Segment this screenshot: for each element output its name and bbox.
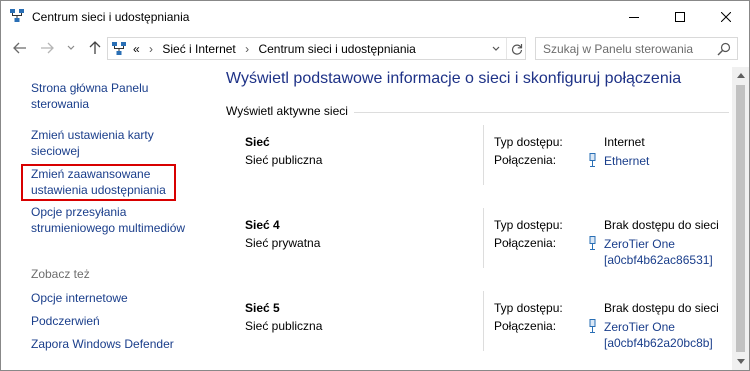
connections-label: Połączenia: — [494, 319, 557, 333]
access-type-label: Typ dostępu: — [494, 301, 563, 315]
network-entry: Sieć 4 Sieć prywatna Typ dostępu: Połącz… — [217, 208, 737, 268]
breadcrumb: « › Sieć i Internet › Centrum sieci i ud… — [133, 42, 416, 56]
connection-name[interactable]: ZeroTier One — [604, 237, 675, 251]
left-pane: Strona główna Panelu sterowania Zmień us… — [1, 67, 217, 371]
section-divider — [354, 112, 729, 113]
section-heading: Wyświetl aktywne sieci — [226, 104, 348, 118]
access-type-value: Brak dostępu do sieci — [604, 218, 719, 232]
chevron-down-icon[interactable] — [489, 42, 503, 56]
highlight-box — [21, 164, 176, 201]
access-type-value: Brak dostępu do sieci — [604, 301, 719, 315]
access-type-label: Typ dostępu: — [494, 135, 563, 149]
network-name: Sieć 4 — [245, 218, 280, 232]
scrollbar-thumb[interactable] — [736, 85, 745, 352]
breadcrumb-network-center[interactable]: Centrum sieci i udostępniania — [258, 42, 415, 56]
window-title: Centrum sieci i udostępniania — [32, 10, 190, 24]
link-internet-options[interactable]: Opcje internetowe — [31, 291, 201, 307]
link-windows-defender-firewall[interactable]: Zapora Windows Defender — [31, 337, 201, 353]
search-box[interactable]: Szukaj w Panelu sterowania — [535, 37, 738, 60]
breadcrumb-separator-icon[interactable]: › — [149, 42, 153, 56]
page-title: Wyświetl podstawowe informacje o sieci i… — [226, 70, 682, 87]
connection-link[interactable]: ZeroTier One [a0cbf4b62ac86531] — [587, 236, 713, 268]
column-divider — [483, 291, 484, 351]
link-control-panel-home[interactable]: Strona główna Panelu sterowania — [31, 81, 201, 112]
title-bar: Centrum sieci i udostępniania — [1, 1, 749, 32]
connection-name[interactable]: Ethernet — [604, 154, 649, 168]
column-divider — [483, 208, 484, 268]
connection-id[interactable]: [a0cbf4b62a20bc8b] — [587, 336, 713, 352]
breadcrumb-overflow[interactable]: « — [133, 42, 140, 56]
link-change-adapter-settings[interactable]: Zmień ustawienia karty sieciowej — [31, 128, 201, 159]
network-entry: Sieć 5 Sieć publiczna Typ dostępu: Połąc… — [217, 291, 737, 351]
breadcrumb-separator-icon[interactable]: › — [245, 42, 249, 56]
minimize-button[interactable] — [611, 1, 657, 32]
back-button[interactable] — [12, 40, 28, 56]
maximize-button[interactable] — [657, 1, 703, 32]
control-panel-icon — [112, 42, 126, 56]
access-type-value: Internet — [604, 135, 645, 149]
link-infrared[interactable]: Podczerwień — [31, 314, 201, 330]
connection-link[interactable]: Ethernet — [587, 153, 649, 170]
connection-link[interactable]: ZeroTier One [a0cbf4b62a20bc8b] — [587, 319, 713, 351]
see-also-heading: Zobacz też — [31, 267, 90, 281]
network-type[interactable]: Sieć publiczna — [245, 153, 322, 167]
breadcrumb-network-internet[interactable]: Sieć i Internet — [162, 42, 235, 56]
ethernet-icon — [587, 153, 598, 167]
connection-id[interactable]: [a0cbf4b62ac86531] — [587, 253, 713, 269]
recent-locations-dropdown[interactable] — [63, 40, 79, 56]
connections-label: Połączenia: — [494, 153, 557, 167]
search-icon[interactable] — [717, 42, 731, 56]
network-type[interactable]: Sieć prywatna — [245, 236, 320, 250]
connection-name[interactable]: ZeroTier One — [604, 320, 675, 334]
network-entry: Sieć Sieć publiczna Typ dostępu: Połącze… — [217, 125, 737, 185]
scroll-up-icon[interactable] — [732, 67, 749, 84]
link-media-streaming-options[interactable]: Opcje przesyłania strumieniowego multime… — [31, 205, 201, 236]
network-center-icon — [10, 9, 24, 23]
column-divider — [483, 125, 484, 185]
access-type-label: Typ dostępu: — [494, 218, 563, 232]
refresh-button[interactable] — [506, 38, 526, 59]
network-name: Sieć — [245, 135, 270, 149]
search-input[interactable]: Szukaj w Panelu sterowania — [543, 42, 693, 56]
network-type[interactable]: Sieć publiczna — [245, 319, 322, 333]
up-button[interactable] — [87, 40, 103, 56]
network-name: Sieć 5 — [245, 301, 280, 315]
forward-button[interactable] — [39, 40, 55, 56]
control-panel-window: Centrum sieci i udostępniania « › Sieć i… — [0, 0, 750, 371]
ethernet-icon — [587, 236, 598, 250]
close-button[interactable] — [703, 1, 749, 32]
navigation-bar: « › Sieć i Internet › Centrum sieci i ud… — [1, 32, 749, 66]
connections-label: Połączenia: — [494, 236, 557, 250]
vertical-scrollbar[interactable] — [732, 67, 749, 370]
ethernet-icon — [587, 319, 598, 333]
address-bar[interactable]: « › Sieć i Internet › Centrum sieci i ud… — [107, 37, 526, 60]
main-pane: Wyświetl podstawowe informacje o sieci i… — [217, 67, 737, 371]
scroll-down-icon[interactable] — [732, 353, 749, 370]
